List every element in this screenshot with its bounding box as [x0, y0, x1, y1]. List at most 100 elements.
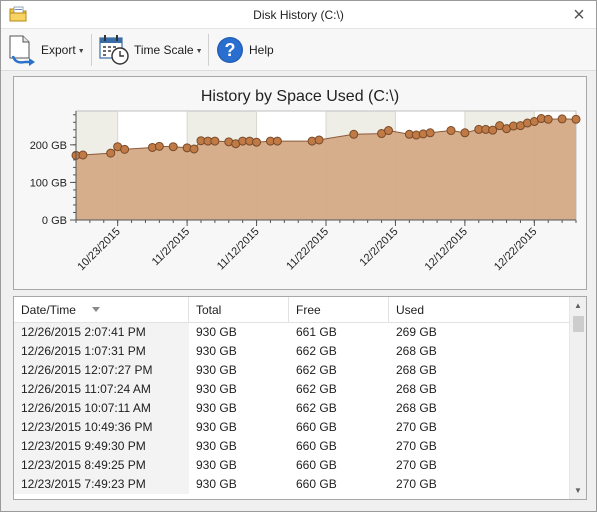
export-label: Export — [41, 43, 76, 57]
cell-datetime: 12/26/2015 12:07:27 PM — [14, 361, 189, 380]
disk-history-window: Disk History (C:\) × Export ▼ Time Scale… — [0, 0, 597, 512]
grid-body: 12/26/2015 2:07:41 PM 930 GB 661 GB 269 GB 1… — [14, 323, 570, 494]
cell-free: 661 GB — [296, 325, 337, 339]
toolbar-separator — [91, 34, 92, 66]
grid-header: Date/Time Total Free Used — [14, 297, 570, 323]
data-point — [425, 128, 435, 138]
cell-free: 660 GB — [296, 458, 337, 472]
x-tick-label: 12/22/2015 — [492, 226, 539, 273]
cell-total: 930 GB — [196, 439, 237, 453]
cell-datetime: 12/23/2015 10:49:36 PM — [14, 418, 189, 437]
cell-free: 662 GB — [296, 344, 337, 358]
help-icon: ? — [217, 37, 243, 63]
table-row[interactable]: 12/23/2015 8:49:25 PM 930 GB 660 GB 270 GB — [14, 456, 570, 475]
window-title: Disk History (C:\) — [253, 8, 344, 22]
cell-used: 270 GB — [396, 458, 437, 472]
cell-used: 270 GB — [396, 420, 437, 434]
table-row[interactable]: 12/26/2015 1:07:31 PM 930 GB 662 GB 268 GB — [14, 342, 570, 361]
data-point — [272, 136, 282, 146]
x-tick-label: 11/22/2015 — [284, 226, 331, 273]
column-header-datetime[interactable]: Date/Time — [14, 297, 189, 323]
cell-total: 930 GB — [196, 458, 237, 472]
data-point — [557, 114, 567, 124]
data-point — [384, 126, 393, 136]
chevron-up-icon: ▲ — [574, 301, 582, 310]
y-tick-label: 200 GB — [30, 140, 67, 152]
history-chart: History by Space Used (C:\) 0 GB 100 GB 20… — [13, 76, 587, 290]
time-scale-button[interactable]: Time Scale ▼ — [98, 32, 203, 68]
export-button[interactable]: Export ▼ — [7, 32, 85, 68]
data-point — [543, 114, 553, 124]
data-point — [106, 148, 116, 158]
cell-datetime: 12/26/2015 10:07:11 AM — [14, 399, 189, 418]
data-point — [210, 136, 220, 146]
close-button[interactable]: × — [568, 4, 590, 26]
chart-title: History by Space Used (C:\) — [201, 88, 399, 105]
table-row[interactable]: 12/23/2015 10:49:36 PM 930 GB 660 GB 270 GB — [14, 418, 570, 437]
y-tick-label: 100 GB — [30, 177, 67, 189]
svg-text:?: ? — [225, 40, 236, 60]
scroll-up-button[interactable]: ▲ — [570, 297, 586, 314]
cell-datetime: 12/26/2015 11:07:24 AM — [14, 380, 189, 399]
x-tick-label: 11/2/2015 — [150, 226, 193, 269]
data-point — [571, 114, 581, 124]
toolbar-separator — [208, 34, 209, 66]
table-row[interactable]: 12/26/2015 10:07:11 AM 930 GB 662 GB 268 GB — [14, 399, 570, 418]
cell-free: 660 GB — [296, 439, 337, 453]
cell-datetime: 12/26/2015 2:07:41 PM — [14, 323, 189, 342]
chevron-down-icon: ▼ — [574, 486, 582, 495]
cell-free: 662 GB — [296, 401, 337, 415]
data-point — [314, 135, 324, 145]
cell-free: 662 GB — [296, 382, 337, 396]
cell-total: 930 GB — [196, 344, 237, 358]
export-icon — [9, 35, 35, 66]
sort-descending-icon — [92, 307, 100, 312]
table-row[interactable]: 12/26/2015 12:07:27 PM 930 GB 662 GB 268 GB — [14, 361, 570, 380]
data-point — [252, 137, 262, 147]
column-header-total[interactable]: Total — [189, 297, 289, 323]
help-label: Help — [249, 43, 274, 57]
calendar-clock-icon — [99, 35, 129, 65]
chevron-down-icon: ▼ — [195, 47, 203, 55]
data-point — [154, 141, 164, 151]
cell-free: 660 GB — [296, 477, 337, 491]
cell-datetime: 12/26/2015 1:07:31 PM — [14, 342, 189, 361]
scroll-down-button[interactable]: ▼ — [570, 482, 586, 499]
cell-total: 930 GB — [196, 363, 237, 377]
help-button[interactable]: ? Help — [215, 32, 274, 68]
x-tick-label: 11/12/2015 — [215, 226, 262, 273]
cell-used: 269 GB — [396, 325, 437, 339]
table-row[interactable]: 12/23/2015 9:49:30 PM 930 GB 660 GB 270 GB — [14, 437, 570, 456]
cell-used: 268 GB — [396, 363, 437, 377]
history-grid: Date/Time Total Free Used 12/26/2015 2:0… — [13, 296, 587, 500]
cell-used: 268 GB — [396, 401, 437, 415]
column-header-used[interactable]: Used — [389, 297, 570, 323]
cell-used: 270 GB — [396, 477, 437, 491]
table-row[interactable]: 12/23/2015 7:49:23 PM 930 GB 660 GB 270 GB — [14, 475, 570, 494]
time-scale-label: Time Scale — [134, 43, 194, 57]
data-point — [446, 126, 456, 136]
cell-free: 660 GB — [296, 420, 337, 434]
chevron-down-icon: ▼ — [77, 47, 85, 55]
x-tick-label: 12/2/2015 — [357, 226, 400, 269]
cell-total: 930 GB — [196, 477, 237, 491]
toolbar: Export ▼ Time Scale ▼ ? Help — [1, 29, 596, 71]
table-row[interactable]: 12/26/2015 2:07:41 PM 930 GB 661 GB 269 GB — [14, 323, 570, 342]
cell-used: 268 GB — [396, 382, 437, 396]
cell-total: 930 GB — [196, 325, 237, 339]
cell-total: 930 GB — [196, 382, 237, 396]
area-chart: History by Space Used (C:\) 0 GB 100 GB 20… — [30, 88, 581, 273]
x-tick-label: 10/23/2015 — [75, 226, 122, 273]
table-row[interactable]: 12/26/2015 11:07:24 AM 930 GB 662 GB 268 GB — [14, 380, 570, 399]
cell-datetime: 12/23/2015 7:49:23 PM — [14, 475, 189, 494]
column-header-free[interactable]: Free — [289, 297, 389, 323]
cell-free: 662 GB — [296, 363, 337, 377]
scroll-thumb[interactable] — [573, 316, 584, 332]
vertical-scrollbar[interactable]: ▲ ▼ — [569, 297, 586, 499]
cell-datetime: 12/23/2015 8:49:25 PM — [14, 456, 189, 475]
data-point — [120, 144, 130, 154]
data-point — [168, 142, 178, 152]
close-icon: × — [573, 4, 585, 26]
title-bar: Disk History (C:\) × — [1, 1, 596, 29]
cell-datetime: 12/23/2015 9:49:30 PM — [14, 437, 189, 456]
